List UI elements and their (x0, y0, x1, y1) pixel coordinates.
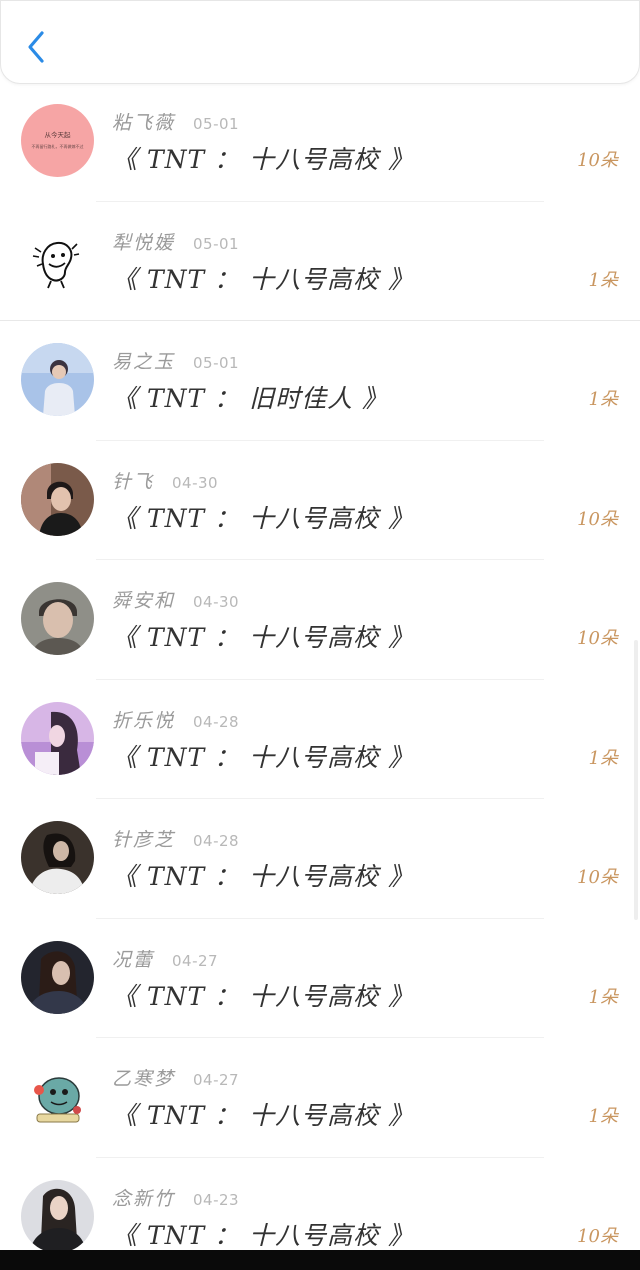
scrollbar[interactable] (634, 640, 638, 920)
gift-date: 04-30 (193, 593, 240, 611)
book-title: 《 TNT ： 十八号高校 》 (112, 742, 415, 772)
system-bottom-bar (0, 1250, 640, 1270)
book-title: 《 TNT ： 十八号高校 》 (112, 145, 415, 174)
sender-name: 折乐悦 (112, 709, 176, 732)
flower-count: 10朵 (577, 867, 618, 888)
gift-date: 04-27 (193, 1071, 240, 1089)
sender-name: 舜安和 (112, 590, 176, 612)
gift-record-list: 从今天起 不再留行路礼，不再做嫁不过 粘飞薇 05-01 《 TNT ： 十八号… (0, 82, 640, 1270)
sender-name: 针彦芝 (112, 829, 176, 851)
gift-list-page: 从今天起 不再留行路礼，不再做嫁不过 粘飞薇 05-01 《 TNT ： 十八号… (0, 0, 640, 1270)
sender-name: 犁悦媛 (112, 231, 176, 254)
gift-date: 04-28 (193, 712, 240, 731)
gift-date: 04-23 (193, 1190, 240, 1209)
list-item[interactable]: 况蕾 04-27 《 TNT ： 十八号高校 》 1朵 (0, 919, 640, 1038)
avatar (21, 821, 94, 894)
avatar (21, 1179, 94, 1253)
avatar (21, 582, 94, 655)
flower-count: 10朵 (577, 508, 618, 530)
avatar (21, 462, 94, 536)
sender-name: 况蕾 (112, 948, 155, 971)
avatar (21, 701, 94, 775)
list-item[interactable]: 针飞 04-30 《 TNT ： 十八号高校 》 10朵 (0, 441, 640, 560)
gift-date: 04-28 (193, 832, 240, 850)
book-title: 《 TNT ： 十八号高校 》 (112, 623, 415, 652)
sender-name: 乙寒梦 (112, 1068, 176, 1090)
flower-count: 1朵 (588, 1106, 618, 1127)
list-item[interactable]: 犁悦媛 05-01 《 TNT ： 十八号高校 》 1朵 (0, 202, 640, 321)
list-item[interactable]: 从今天起 不再留行路礼，不再做嫁不过 粘飞薇 05-01 《 TNT ： 十八号… (0, 82, 640, 202)
gift-date: 05-01 (193, 115, 240, 133)
avatar (21, 1060, 94, 1133)
book-title: 《 TNT ： 十八号高校 》 (112, 503, 415, 533)
flower-count: 1朵 (588, 986, 618, 1008)
avatar-text-line2: 不再留行路礼，不再做嫁不过 (32, 143, 84, 149)
sender-name: 易之玉 (112, 351, 176, 373)
gift-date: 04-30 (172, 473, 219, 492)
gift-date: 04-27 (172, 951, 219, 970)
chevron-left-icon (28, 31, 44, 63)
list-item[interactable]: 乙寒梦 04-27 《 TNT ： 十八号高校 》 1朵 (0, 1038, 640, 1158)
sender-name: 粘飞薇 (112, 112, 176, 134)
book-title: 《 TNT ： 旧时佳人 》 (112, 384, 389, 413)
gift-date: 05-01 (193, 234, 240, 253)
book-title: 《 TNT ： 十八号高校 》 (112, 1220, 415, 1250)
list-item[interactable]: 舜安和 04-30 《 TNT ： 十八号高校 》 10朵 (0, 560, 640, 680)
flower-count: 1朵 (588, 389, 618, 410)
list-item[interactable]: 针彦芝 04-28 《 TNT ： 十八号高校 》 10朵 (0, 799, 640, 919)
top-navigation-bar (0, 0, 640, 84)
book-title: 《 TNT ： 十八号高校 》 (112, 1101, 415, 1130)
flower-count: 1朵 (588, 747, 618, 769)
gift-date: 05-01 (193, 354, 240, 372)
back-button[interactable] (15, 23, 59, 71)
flower-count: 10朵 (577, 628, 618, 649)
avatar (21, 223, 94, 297)
flower-count: 10朵 (577, 1225, 618, 1247)
avatar-text-line1: 从今天起 (45, 130, 72, 139)
list-item[interactable]: 易之玉 05-01 《 TNT ： 旧时佳人 》 1朵 (0, 321, 640, 441)
avatar: 从今天起 不再留行路礼，不再做嫁不过 (21, 104, 94, 177)
sender-name: 念新竹 (112, 1187, 176, 1210)
flower-count: 10朵 (577, 150, 618, 171)
book-title: 《 TNT ： 十八号高校 》 (112, 862, 415, 891)
sender-name: 针飞 (112, 470, 155, 493)
avatar (21, 343, 94, 416)
list-item[interactable]: 折乐悦 04-28 《 TNT ： 十八号高校 》 1朵 (0, 680, 640, 799)
book-title: 《 TNT ： 十八号高校 》 (112, 264, 415, 294)
book-title: 《 TNT ： 十八号高校 》 (112, 981, 415, 1011)
avatar (21, 940, 94, 1014)
flower-count: 1朵 (588, 269, 618, 291)
